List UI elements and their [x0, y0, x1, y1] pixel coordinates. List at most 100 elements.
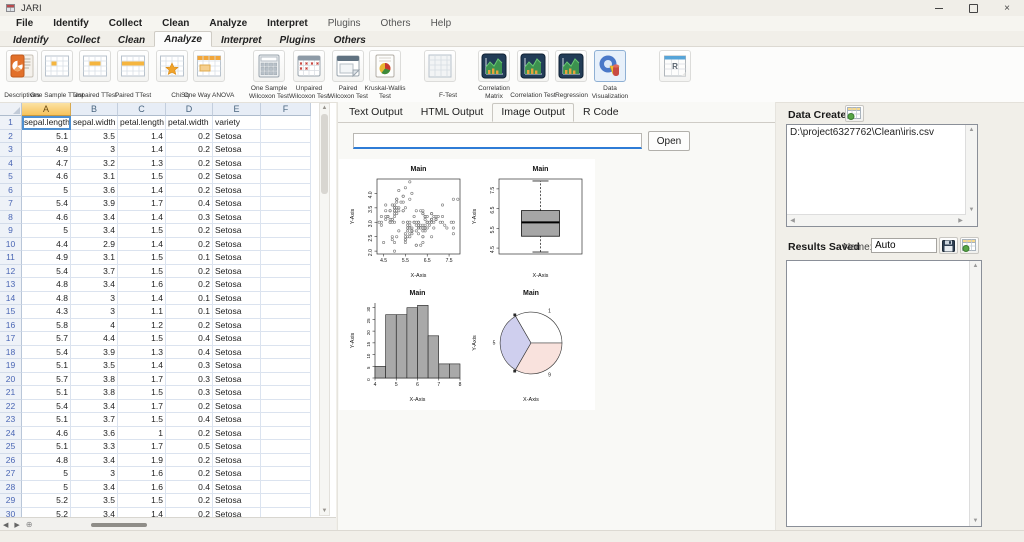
cell-f12[interactable] — [261, 265, 311, 279]
cell-b17[interactable]: 4.4 — [71, 332, 118, 346]
cell-d15[interactable]: 0.1 — [166, 305, 213, 319]
r-table-button[interactable]: R — [658, 50, 692, 84]
cell-a28[interactable]: 5 — [22, 481, 71, 495]
cell-e13[interactable]: Setosa — [213, 278, 261, 292]
cell-b1[interactable]: sepal.width — [71, 116, 118, 130]
row-header-12[interactable]: 12 — [0, 265, 22, 279]
menu-item-help[interactable]: Help — [421, 17, 462, 30]
ribbon-tab-clean[interactable]: Clean — [109, 33, 154, 47]
cell-b2[interactable]: 3.5 — [71, 130, 118, 144]
data-created-list[interactable]: D:\project6327762\Clean\iris.csv ▲ ▼ ◀ ▶ — [786, 124, 978, 227]
scroll-down-icon[interactable]: ▼ — [966, 207, 977, 213]
cell-f8[interactable] — [261, 211, 311, 225]
cell-e11[interactable]: Setosa — [213, 251, 261, 265]
menu-item-identify[interactable]: Identify — [43, 17, 99, 30]
cell-f26[interactable] — [261, 454, 311, 468]
cell-a15[interactable]: 4.3 — [22, 305, 71, 319]
cell-f14[interactable] — [261, 292, 311, 306]
row-header-27[interactable]: 27 — [0, 467, 22, 481]
cell-d7[interactable]: 0.4 — [166, 197, 213, 211]
correlation-matrix-button[interactable]: Correlation Matrix — [477, 50, 511, 103]
cell-d1[interactable]: petal.width — [166, 116, 213, 130]
cell-f10[interactable] — [261, 238, 311, 252]
cell-d23[interactable]: 0.4 — [166, 413, 213, 427]
cell-f9[interactable] — [261, 224, 311, 238]
cell-c9[interactable]: 1.5 — [118, 224, 166, 238]
cell-f11[interactable] — [261, 251, 311, 265]
cell-c26[interactable]: 1.9 — [118, 454, 166, 468]
sheet-hscroll-thumb[interactable] — [91, 523, 147, 527]
cell-e19[interactable]: Setosa — [213, 359, 261, 373]
sheet-vertical-scrollbar[interactable]: ▲ ▼ — [319, 103, 330, 516]
cell-f23[interactable] — [261, 413, 311, 427]
cell-f7[interactable] — [261, 197, 311, 211]
cell-d25[interactable]: 0.5 — [166, 440, 213, 454]
cell-d29[interactable]: 0.2 — [166, 494, 213, 508]
cell-f25[interactable] — [261, 440, 311, 454]
cell-d11[interactable]: 0.1 — [166, 251, 213, 265]
cell-f1[interactable] — [261, 116, 311, 130]
cell-b5[interactable]: 3.1 — [71, 170, 118, 184]
tab-r-code[interactable]: R Code — [574, 103, 628, 122]
scroll-up-icon[interactable]: ▲ — [970, 263, 981, 269]
cell-d4[interactable]: 0.2 — [166, 157, 213, 171]
unpaired-wilcoxon-button[interactable]: Unpaired Wilcoxon Test — [292, 50, 326, 103]
cell-e9[interactable]: Setosa — [213, 224, 261, 238]
cell-c14[interactable]: 1.4 — [118, 292, 166, 306]
row-header-29[interactable]: 29 — [0, 494, 22, 508]
cell-e17[interactable]: Setosa — [213, 332, 261, 346]
cell-b28[interactable]: 3.4 — [71, 481, 118, 495]
cell-b29[interactable]: 3.5 — [71, 494, 118, 508]
row-header-14[interactable]: 14 — [0, 292, 22, 306]
cell-f21[interactable] — [261, 386, 311, 400]
row-header-19[interactable]: 19 — [0, 359, 22, 373]
cell-b24[interactable]: 3.6 — [71, 427, 118, 441]
cell-e25[interactable]: Setosa — [213, 440, 261, 454]
cell-f2[interactable] — [261, 130, 311, 144]
add-data-button[interactable] — [845, 105, 864, 122]
cell-c16[interactable]: 1.2 — [118, 319, 166, 333]
cell-d28[interactable]: 0.4 — [166, 481, 213, 495]
minimize-button[interactable] — [922, 0, 956, 16]
cell-a14[interactable]: 4.8 — [22, 292, 71, 306]
cell-e8[interactable]: Setosa — [213, 211, 261, 225]
cell-a1[interactable]: sepal.length — [22, 116, 71, 130]
column-header-a[interactable]: A — [22, 103, 71, 116]
cell-d27[interactable]: 0.2 — [166, 467, 213, 481]
ribbon-tab-plugins[interactable]: Plugins — [271, 33, 325, 47]
cell-d2[interactable]: 0.2 — [166, 130, 213, 144]
cell-f5[interactable] — [261, 170, 311, 184]
cell-d16[interactable]: 0.2 — [166, 319, 213, 333]
cell-d21[interactable]: 0.3 — [166, 386, 213, 400]
cell-e5[interactable]: Setosa — [213, 170, 261, 184]
row-header-20[interactable]: 20 — [0, 373, 22, 387]
result-name-input[interactable] — [871, 238, 937, 253]
cell-a18[interactable]: 5.4 — [22, 346, 71, 360]
ribbon-tab-analyze[interactable]: Analyze — [154, 31, 212, 47]
cell-d13[interactable]: 0.2 — [166, 278, 213, 292]
cell-e23[interactable]: Setosa — [213, 413, 261, 427]
row-header-7[interactable]: 7 — [0, 197, 22, 211]
cell-d17[interactable]: 0.4 — [166, 332, 213, 346]
row-header-22[interactable]: 22 — [0, 400, 22, 414]
scroll-down-icon[interactable]: ▼ — [970, 518, 981, 524]
cell-c13[interactable]: 1.6 — [118, 278, 166, 292]
cell-c3[interactable]: 1.4 — [118, 143, 166, 157]
cell-c21[interactable]: 1.5 — [118, 386, 166, 400]
f-test-button[interactable]: F-Test — [423, 50, 457, 102]
cell-a19[interactable]: 5.1 — [22, 359, 71, 373]
cell-f27[interactable] — [261, 467, 311, 481]
column-header-e[interactable]: E — [213, 103, 261, 116]
cell-b18[interactable]: 3.9 — [71, 346, 118, 360]
cell-a23[interactable]: 5.1 — [22, 413, 71, 427]
cell-f17[interactable] — [261, 332, 311, 346]
cell-d14[interactable]: 0.1 — [166, 292, 213, 306]
cell-b10[interactable]: 2.9 — [71, 238, 118, 252]
cell-d24[interactable]: 0.2 — [166, 427, 213, 441]
cell-b12[interactable]: 3.7 — [71, 265, 118, 279]
cell-e2[interactable]: Setosa — [213, 130, 261, 144]
row-header-5[interactable]: 5 — [0, 170, 22, 184]
cell-a21[interactable]: 5.1 — [22, 386, 71, 400]
cell-c2[interactable]: 1.4 — [118, 130, 166, 144]
row-header-18[interactable]: 18 — [0, 346, 22, 360]
